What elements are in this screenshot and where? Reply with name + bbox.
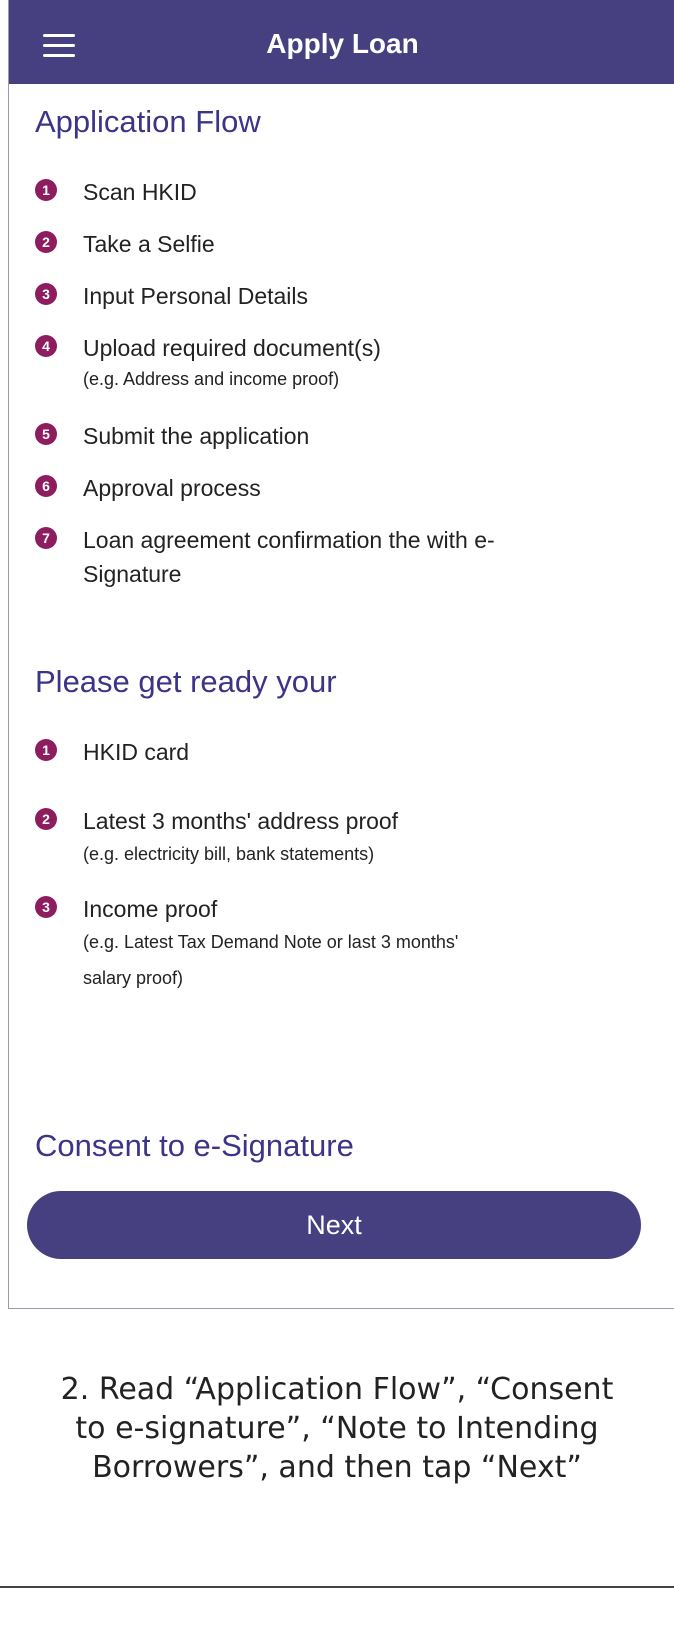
step-number-badge: 2 [35, 231, 57, 253]
item-number-badge: 2 [35, 808, 57, 830]
caption-line-1: 2. Read “Application Flow”, “Consent [60, 1372, 614, 1407]
step-label-line-2: Signature [83, 561, 182, 587]
step-label: Scan HKID [83, 179, 197, 205]
item-label: HKID card [83, 739, 190, 765]
consent-title[interactable]: Consent to e-Signature [35, 1128, 354, 1164]
item-number-badge: 1 [35, 739, 57, 761]
step-number-badge: 1 [35, 179, 57, 201]
item-label: Income proof [83, 896, 218, 922]
step-label: Input Personal Details [83, 283, 309, 309]
step-number-badge: 5 [35, 423, 57, 445]
app-screen: Apply Loan Application Flow 1 Scan HKID … [8, 0, 674, 1309]
step-label-line-1: Loan agreement confirmation the with e- [83, 527, 495, 553]
step-note: (e.g. Address and income proof) [83, 369, 340, 389]
caption-line-3: Borrowers”, and then tap “Next” [92, 1450, 582, 1485]
item-note: (e.g. electricity bill, bank statements) [83, 844, 375, 864]
step-number-badge: 7 [35, 527, 57, 549]
item-label: Latest 3 months' address proof [83, 808, 399, 834]
application-flow-title: Application Flow [35, 104, 261, 139]
step-number-badge: 6 [35, 475, 57, 497]
item-number-badge: 3 [35, 896, 57, 918]
step-number-badge: 4 [35, 335, 57, 357]
caption-line-2: to e-signature”, “Note to Intending [75, 1411, 599, 1446]
next-button[interactable]: Next [27, 1191, 641, 1259]
item-note-line-2: salary proof) [83, 968, 184, 988]
get-ready-title: Please get ready your [35, 664, 337, 699]
instruction-caption: 2. Read “Application Flow”, “Consent to … [0, 1370, 674, 1487]
step-label: Upload required document(s) [83, 335, 381, 361]
step-label: Submit the application [83, 423, 310, 449]
app-header: Apply Loan [9, 0, 674, 84]
step-number-badge: 3 [35, 283, 57, 305]
step-label: Take a Selfie [83, 231, 215, 257]
divider [0, 1586, 674, 1588]
page-title: Apply Loan [266, 28, 419, 59]
step-label: Approval process [83, 475, 261, 501]
item-note-line-1: (e.g. Latest Tax Demand Note or last 3 m… [83, 932, 459, 952]
